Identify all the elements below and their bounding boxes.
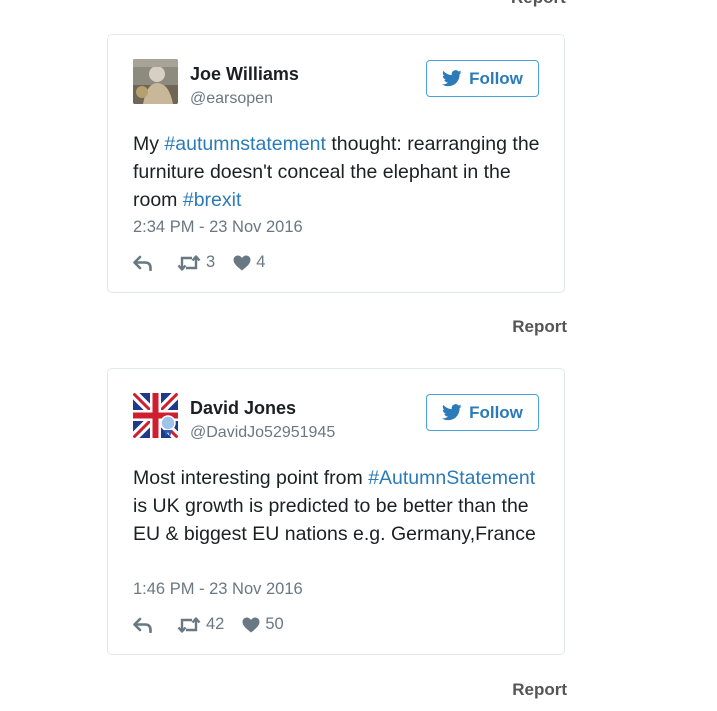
follow-button[interactable]: Follow xyxy=(426,394,539,431)
retweet-button[interactable]: 3 xyxy=(177,253,215,272)
tweet-actions: 42 50 xyxy=(133,615,284,634)
like-count: 4 xyxy=(256,253,266,271)
heart-icon xyxy=(233,255,251,270)
follow-label: Follow xyxy=(469,68,523,88)
twitter-bird-icon xyxy=(442,70,462,87)
report-link[interactable]: Report xyxy=(512,317,567,337)
retweet-count: 3 xyxy=(206,253,216,271)
retweet-icon xyxy=(177,254,201,271)
follow-button[interactable]: Follow xyxy=(426,60,539,97)
tweet-timestamp[interactable]: 2:34 PM - 23 Nov 2016 xyxy=(133,218,303,237)
retweet-button[interactable]: 42 xyxy=(177,615,224,634)
tweet-text: My #autumnstatement thought: rearranging… xyxy=(133,130,543,214)
like-count: 50 xyxy=(265,615,284,633)
author-name[interactable]: Joe Williams xyxy=(190,64,299,85)
report-link-cropped[interactable]: Report xyxy=(511,0,566,8)
hashtag-link[interactable]: #brexit xyxy=(183,189,242,211)
avatar[interactable] xyxy=(133,393,178,438)
tweet-text-segment: is UK growth is predicted to be better t… xyxy=(133,495,536,545)
tweet-timestamp[interactable]: 1:46 PM - 23 Nov 2016 xyxy=(133,580,303,599)
tweet-text: Most interesting point from #AutumnState… xyxy=(133,464,543,548)
hashtag-link[interactable]: #AutumnStatement xyxy=(368,467,535,489)
retweet-count: 42 xyxy=(206,615,225,633)
follow-label: Follow xyxy=(469,402,523,422)
author-handle[interactable]: @earsopen xyxy=(190,90,273,108)
retweet-icon xyxy=(177,616,201,633)
tweet-actions: 3 4 xyxy=(133,253,265,272)
like-button[interactable]: 50 xyxy=(242,615,284,634)
reply-arrow-icon xyxy=(133,617,152,633)
avatar[interactable] xyxy=(133,59,178,104)
like-button[interactable]: 4 xyxy=(233,253,265,272)
author-name[interactable]: David Jones xyxy=(190,398,296,419)
reply-arrow-icon xyxy=(133,255,152,271)
heart-icon xyxy=(242,617,260,632)
tweet-text-segment: Most interesting point from xyxy=(133,467,369,489)
author-handle[interactable]: @DavidJo52951945 xyxy=(190,424,335,442)
tweet-feed: Report Joe Williams @earsopen Follow My … xyxy=(0,0,717,711)
tweet-card: David Jones @DavidJo52951945 Follow Most… xyxy=(107,368,565,655)
reply-button[interactable] xyxy=(133,617,153,633)
tweet-text-segment: My xyxy=(133,133,165,155)
twitter-bird-icon xyxy=(442,404,462,421)
hashtag-link[interactable]: #autumnstatement xyxy=(164,133,326,155)
report-link[interactable]: Report xyxy=(512,680,567,700)
reply-button[interactable] xyxy=(133,255,153,271)
tweet-card: Joe Williams @earsopen Follow My #autumn… xyxy=(107,34,565,293)
